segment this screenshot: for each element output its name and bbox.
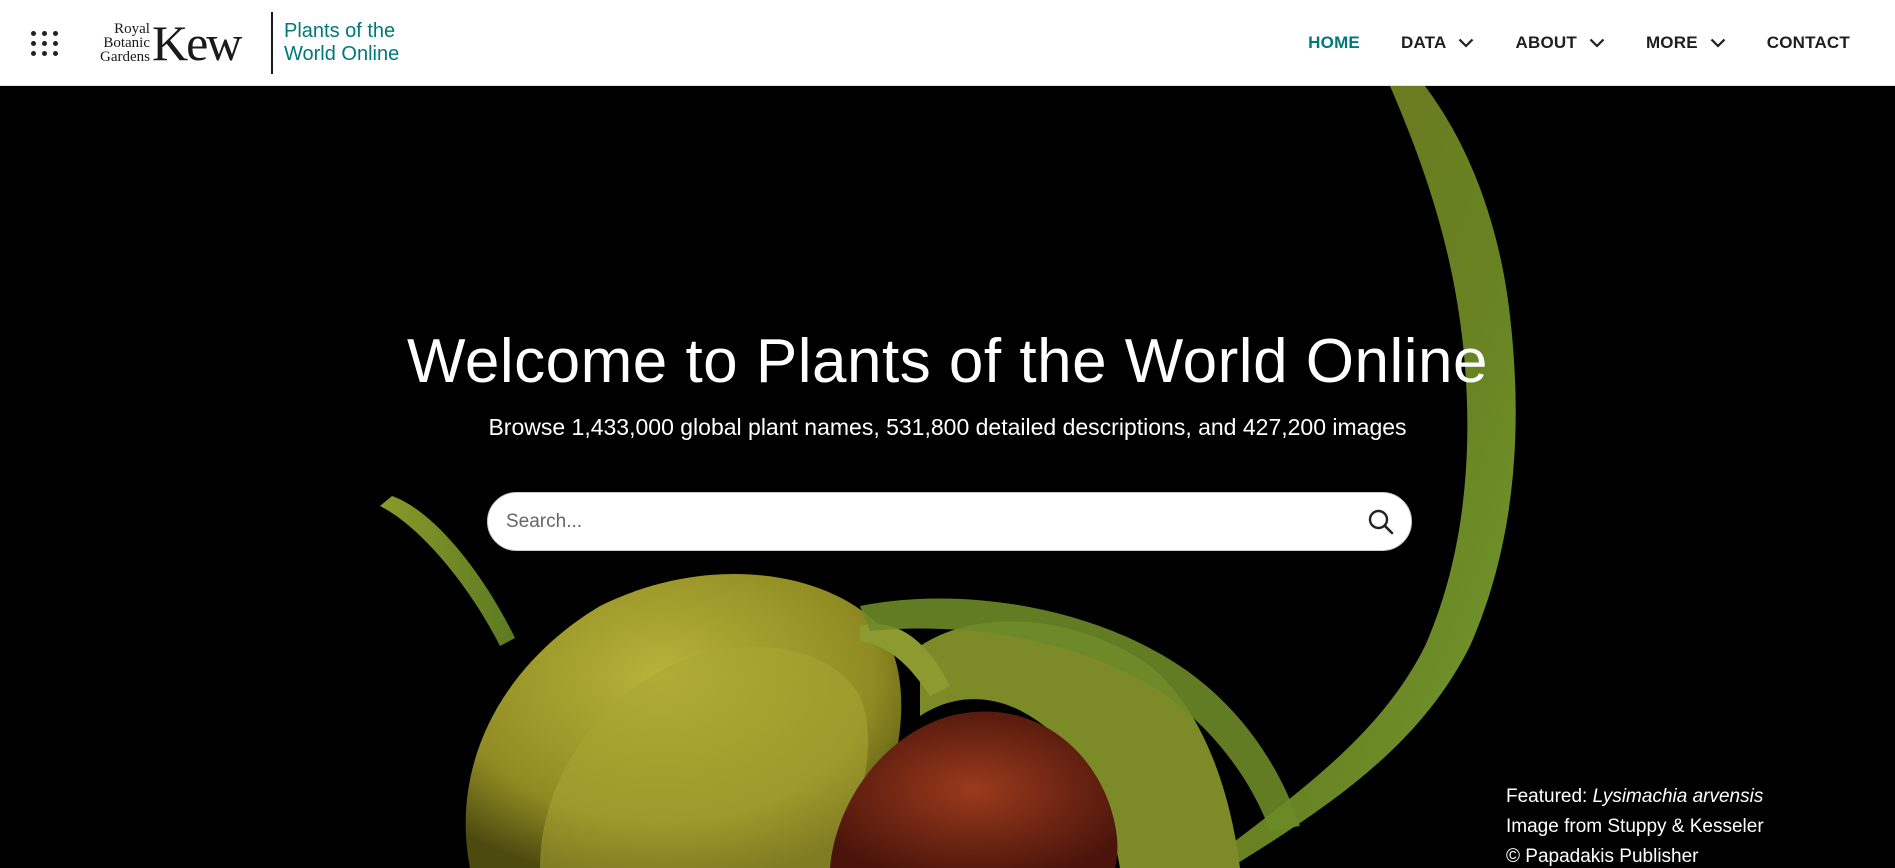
site-name-line2: World Online [284, 43, 400, 65]
nav-data-label: DATA [1400, 33, 1447, 52]
search-input[interactable] [488, 493, 1351, 550]
nav-data[interactable]: DATA [1401, 33, 1475, 53]
hero-section: Welcome to Plants of the World Online Br… [0, 86, 1895, 868]
image-credit: Featured: Lysimachia arvensis Image from… [1506, 782, 1764, 868]
logo-text-botanic: Botanic [103, 35, 150, 51]
nav-more-label: MORE [1645, 33, 1698, 52]
chevron-down-icon [1459, 38, 1474, 48]
credit-image-from: Image from Stuppy & Kesseler [1506, 816, 1764, 837]
featured-plant-image [380, 86, 1516, 868]
nav-contact-label: CONTACT [1766, 33, 1850, 52]
nav-home[interactable]: HOME [1308, 33, 1360, 53]
nav-contact[interactable]: CONTACT [1767, 33, 1850, 53]
kew-logo[interactable]: Royal Botanic Gardens Kew [100, 15, 242, 71]
grid-icon[interactable] [30, 28, 60, 58]
chevron-down-icon [1589, 38, 1605, 48]
site-header: Royal Botanic Gardens Kew Plants of the … [0, 0, 1895, 86]
nav-home-label: HOME [1308, 33, 1360, 52]
credit-featured-label: Featured: [1506, 786, 1593, 807]
logo-divider [271, 12, 273, 74]
nav-about[interactable]: ABOUT [1515, 33, 1605, 53]
logo-text-kew: Kew [151, 15, 242, 71]
chevron-down-icon [1710, 38, 1726, 48]
search-button[interactable] [1351, 492, 1411, 551]
search-icon [1368, 509, 1394, 534]
site-name-line1: Plants of the [284, 20, 396, 42]
logo-text-royal: Royal [114, 21, 150, 37]
credit-species-link[interactable]: Lysimachia arvensis [1593, 786, 1764, 807]
credit-copyright: © Papadakis Publisher [1506, 846, 1699, 867]
nav-more[interactable]: MORE [1646, 33, 1726, 53]
main-nav: HOME DATA ABOUT MORE CONTACT [1267, 0, 1850, 86]
nav-about-label: ABOUT [1515, 33, 1577, 52]
search-box [487, 492, 1412, 551]
site-name-link[interactable]: Plants of the World Online [284, 20, 399, 66]
hero-subtitle: Browse 1,433,000 global plant names, 531… [488, 414, 1407, 440]
credit-featured-line: Featured: Lysimachia arvensis [1506, 782, 1764, 812]
hero-title: Welcome to Plants of the World Online [406, 327, 1489, 396]
logo-text-gardens: Gardens [100, 49, 150, 65]
